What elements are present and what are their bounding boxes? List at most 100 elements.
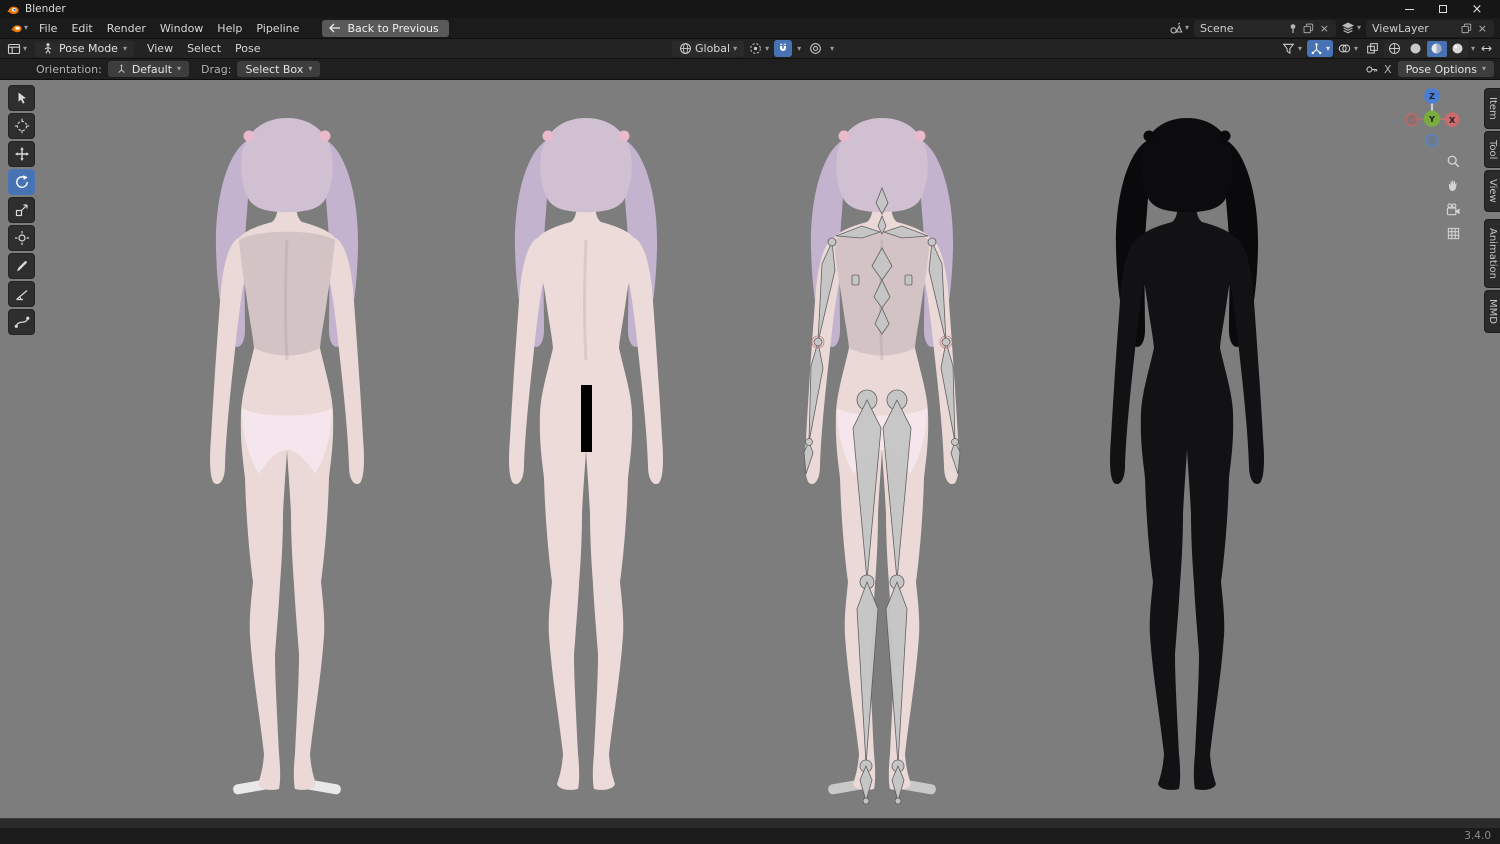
expand-header-icon[interactable] bbox=[1477, 40, 1496, 57]
remove-viewlayer-button[interactable]: × bbox=[1477, 23, 1488, 34]
scene-browse-caret-icon: ▾ bbox=[1184, 23, 1189, 32]
navigation-gizmo[interactable]: Z X Y bbox=[1398, 84, 1466, 148]
proportional-editing-toggle[interactable] bbox=[806, 40, 825, 57]
menu-view[interactable]: View bbox=[140, 40, 180, 57]
menu-help[interactable]: Help bbox=[210, 20, 249, 37]
tab-tool[interactable]: Tool bbox=[1484, 130, 1500, 169]
tool-transform[interactable] bbox=[8, 225, 35, 251]
viewlayer-browse-button[interactable]: ▾ bbox=[1339, 21, 1363, 35]
keying-set-icon[interactable] bbox=[1365, 63, 1378, 76]
tab-mmd[interactable]: MMD bbox=[1484, 289, 1500, 333]
pose-options-caret-icon: ▾ bbox=[1481, 64, 1486, 73]
camera-view-button[interactable] bbox=[1442, 198, 1464, 220]
orientation-dropdown[interactable]: Default ▾ bbox=[107, 61, 190, 77]
viewlayer-selector[interactable]: ViewLayer × bbox=[1366, 19, 1494, 37]
topbar-menu: ▾ File Edit Render Window Help Pipeline … bbox=[0, 18, 1500, 39]
pan-hand-button[interactable] bbox=[1442, 174, 1464, 196]
gizmo-minus-x-axis[interactable] bbox=[1405, 113, 1419, 127]
tool-cursor[interactable] bbox=[8, 113, 35, 139]
app-menu-button[interactable]: ▾ bbox=[6, 22, 32, 34]
proportional-settings-button[interactable]: ▾ bbox=[827, 43, 837, 55]
viewport-display-cluster: ▾ ▾ ▾ ▾ bbox=[1279, 39, 1496, 58]
shading-wireframe-button[interactable] bbox=[1385, 41, 1405, 57]
tool-rotate[interactable] bbox=[8, 169, 35, 195]
menu-file[interactable]: File bbox=[32, 20, 64, 37]
menu-render[interactable]: Render bbox=[100, 20, 153, 37]
orientation-dropdown-value: Default bbox=[131, 62, 173, 76]
unlink-scene-button[interactable]: × bbox=[1319, 23, 1330, 34]
statusbar: 3.4.0 bbox=[0, 828, 1500, 844]
drag-label: Drag: bbox=[201, 62, 232, 76]
pivot-caret-icon: ▾ bbox=[765, 43, 770, 53]
pivot-point-selector[interactable]: ▾ bbox=[746, 40, 772, 57]
new-viewlayer-icon[interactable] bbox=[1461, 23, 1472, 34]
sidebar-tabs: Item Tool View Animation MMD bbox=[1484, 88, 1500, 333]
version-label: 3.4.0 bbox=[1464, 830, 1491, 842]
gizmo-minus-z-axis[interactable] bbox=[1425, 134, 1439, 148]
back-to-previous-button[interactable]: Back to Previous bbox=[322, 19, 449, 37]
blender-window: Blender × ▾ File Edit Render Window Help… bbox=[0, 0, 1500, 844]
orthographic-toggle-button[interactable] bbox=[1442, 222, 1464, 244]
tool-measure[interactable] bbox=[8, 281, 35, 307]
snap-toggle[interactable] bbox=[774, 40, 793, 57]
tool-select-box[interactable] bbox=[8, 85, 35, 111]
pin-scene-icon[interactable] bbox=[1288, 23, 1298, 34]
snap-settings-button[interactable]: ▾ bbox=[794, 43, 804, 55]
back-to-previous-label: Back to Previous bbox=[347, 21, 439, 35]
mode-selector[interactable]: Pose Mode ▾ bbox=[35, 40, 134, 57]
menu-window[interactable]: Window bbox=[153, 20, 210, 37]
armature-bones[interactable] bbox=[803, 186, 961, 805]
tool-pose-breakdowner[interactable] bbox=[8, 309, 35, 335]
drag-dropdown-value: Select Box bbox=[245, 62, 304, 76]
area-resize-handle[interactable] bbox=[0, 818, 1500, 828]
mode-caret-icon: ▾ bbox=[122, 43, 127, 53]
viewlayer-name: ViewLayer bbox=[1372, 21, 1429, 35]
proportional-caret-icon: ▾ bbox=[830, 43, 835, 53]
pose-mode-icon bbox=[42, 42, 54, 55]
xray-toggle[interactable] bbox=[1363, 40, 1382, 57]
maximize-button[interactable] bbox=[1426, 0, 1460, 18]
menu-edit[interactable]: Edit bbox=[64, 20, 99, 37]
show-overlays-toggle[interactable]: ▾ bbox=[1335, 40, 1361, 57]
orientation-caret-icon: ▾ bbox=[733, 43, 738, 53]
titlebar: Blender × bbox=[0, 0, 1500, 18]
viewport-header: ▾ Pose Mode ▾ View Select Pose Global ▾ … bbox=[0, 39, 1500, 59]
pose-options-label: Pose Options bbox=[1405, 62, 1477, 76]
character-figure-textured[interactable] bbox=[187, 112, 387, 812]
pose-options-dropdown[interactable]: Pose Options ▾ bbox=[1397, 61, 1494, 77]
menu-pose[interactable]: Pose bbox=[228, 40, 267, 57]
tab-animation[interactable]: Animation bbox=[1484, 218, 1500, 288]
scene-browse-button[interactable]: ▾ bbox=[1167, 21, 1191, 35]
orientation-value: Global bbox=[695, 42, 731, 55]
zoom-button[interactable] bbox=[1442, 150, 1464, 172]
menu-select[interactable]: Select bbox=[180, 40, 228, 57]
character-figure-wireframe[interactable] bbox=[1087, 112, 1287, 812]
minimize-button[interactable] bbox=[1392, 0, 1426, 18]
tool-move[interactable] bbox=[8, 141, 35, 167]
show-gizmo-toggle[interactable]: ▾ bbox=[1306, 40, 1333, 57]
character-figure-armature[interactable] bbox=[782, 112, 982, 812]
viewport-controls bbox=[1442, 150, 1464, 244]
tab-view[interactable]: View bbox=[1484, 170, 1500, 212]
drag-dropdown-caret-icon: ▾ bbox=[308, 64, 313, 73]
viewport-3d[interactable]: Z X Y Item Tool View Animation MMD bbox=[0, 80, 1500, 818]
shading-material-button[interactable] bbox=[1426, 40, 1447, 57]
shading-solid-button[interactable] bbox=[1406, 41, 1426, 57]
tool-annotate[interactable] bbox=[8, 253, 35, 279]
tab-item[interactable]: Item bbox=[1484, 88, 1500, 129]
gizmo-caret-icon: ▾ bbox=[1325, 43, 1330, 53]
transform-orientation-selector[interactable]: Global ▾ bbox=[672, 40, 745, 57]
object-visibility-filter-button[interactable]: ▾ bbox=[1279, 40, 1305, 57]
shading-settings-button[interactable]: ▾ bbox=[1471, 44, 1475, 53]
character-figure-censored[interactable] bbox=[486, 112, 686, 812]
editor-type-selector[interactable]: ▾ bbox=[5, 42, 29, 56]
drag-dropdown[interactable]: Select Box ▾ bbox=[237, 61, 321, 77]
toolbar bbox=[8, 85, 35, 337]
menu-pipeline[interactable]: Pipeline bbox=[249, 20, 306, 37]
shading-rendered-button[interactable] bbox=[1448, 41, 1468, 57]
new-scene-icon[interactable] bbox=[1303, 23, 1314, 34]
close-button[interactable]: × bbox=[1460, 0, 1494, 18]
tool-scale[interactable] bbox=[8, 197, 35, 223]
scene-selector[interactable]: Scene × bbox=[1193, 19, 1336, 37]
clear-keying-set-button[interactable]: X bbox=[1383, 64, 1393, 75]
